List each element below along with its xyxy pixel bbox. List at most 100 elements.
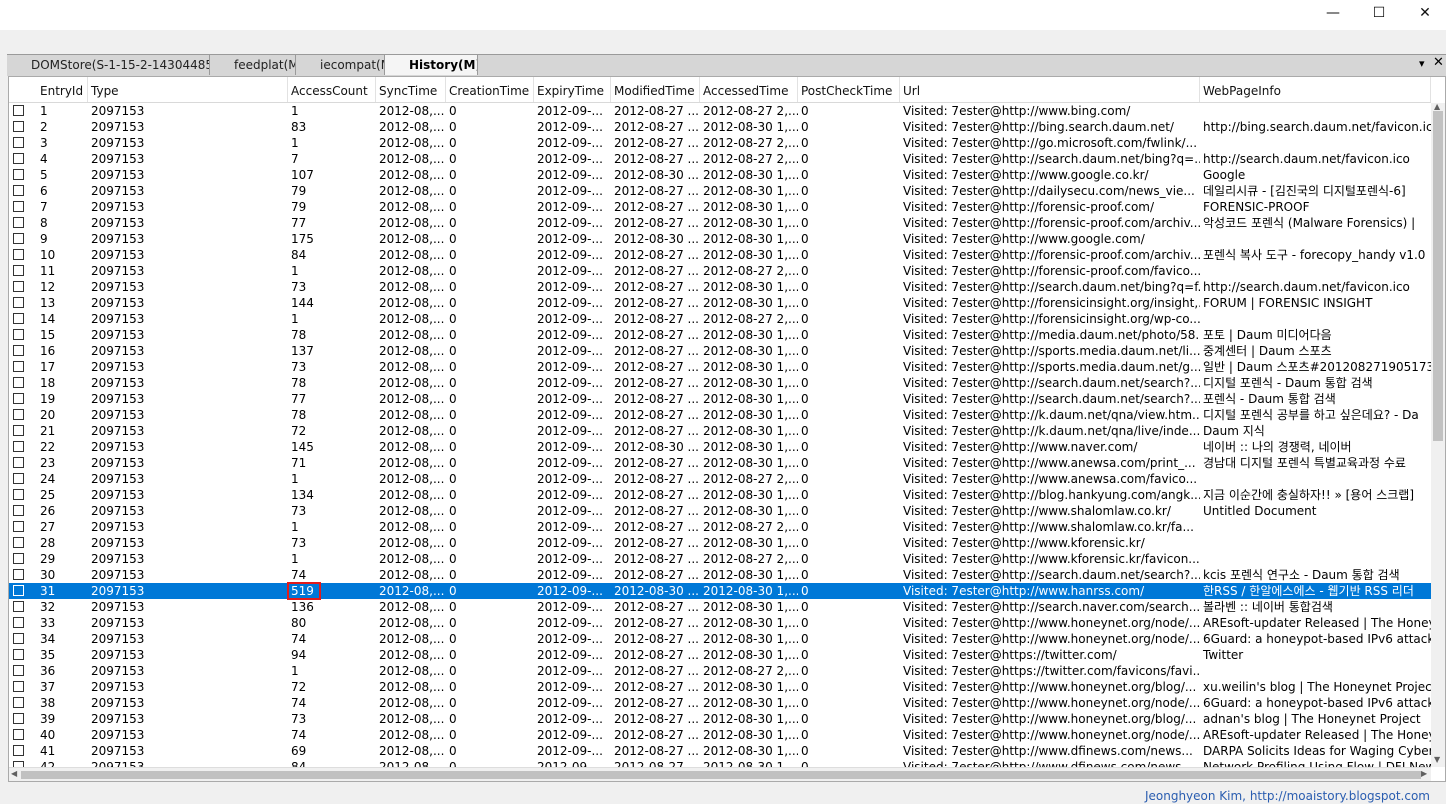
row-checkbox[interactable] bbox=[13, 489, 24, 500]
table-row[interactable]: 41 2097153 69 2012-08,... 0 2012-09-... 2012-0… bbox=[9, 743, 1431, 759]
table-row[interactable]: 33 2097153 80 2012-08,... 0 2012-09-... 2012-0… bbox=[9, 615, 1431, 631]
table-row[interactable]: 26 2097153 73 2012-08,... 0 2012-09-... 2012-0… bbox=[9, 503, 1431, 519]
row-checkbox[interactable] bbox=[13, 505, 24, 516]
column-header-creationtime[interactable]: CreationTime bbox=[446, 77, 534, 102]
table-row[interactable]: 22 2097153 145 2012-08,... 0 2012-09-... 2012-… bbox=[9, 439, 1431, 455]
table-row[interactable]: 15 2097153 78 2012-08,... 0 2012-09-... 2012-0… bbox=[9, 327, 1431, 343]
table-row[interactable]: 12 2097153 73 2012-08,... 0 2012-09-... 2012-0… bbox=[9, 279, 1431, 295]
row-checkbox[interactable] bbox=[13, 729, 24, 740]
row-checkbox[interactable] bbox=[13, 569, 24, 580]
row-checkbox[interactable] bbox=[13, 649, 24, 660]
tab-feedplat[interactable]: feedplat(M) bbox=[210, 55, 296, 75]
column-header-synctime[interactable]: SyncTime bbox=[376, 77, 446, 102]
table-row[interactable]: 28 2097153 73 2012-08,... 0 2012-09-... 2012-0… bbox=[9, 535, 1431, 551]
column-header-postchecktime[interactable]: PostCheckTime bbox=[798, 77, 900, 102]
table-row[interactable]: 5 2097153 107 2012-08,... 0 2012-09-... 2012-0… bbox=[9, 167, 1431, 183]
table-row[interactable]: 23 2097153 71 2012-08,... 0 2012-09-... 2012-0… bbox=[9, 455, 1431, 471]
maximize-icon[interactable]: ☐ bbox=[1356, 0, 1402, 26]
tab-history[interactable]: History(M) bbox=[385, 55, 478, 75]
row-checkbox[interactable] bbox=[13, 137, 24, 148]
table-row[interactable]: 7 2097153 79 2012-08,... 0 2012-09-... 2012-08… bbox=[9, 199, 1431, 215]
table-row[interactable]: 32 2097153 136 2012-08,... 0 2012-09-... 2012-… bbox=[9, 599, 1431, 615]
row-checkbox[interactable] bbox=[13, 377, 24, 388]
table-row[interactable]: 2 2097153 83 2012-08,... 0 2012-09-... 2012-08… bbox=[9, 119, 1431, 135]
row-checkbox[interactable] bbox=[13, 713, 24, 724]
tab-close-icon[interactable]: ✕ bbox=[1433, 55, 1444, 70]
row-checkbox[interactable] bbox=[13, 601, 24, 612]
row-checkbox[interactable] bbox=[13, 233, 24, 244]
column-header-entryid[interactable]: EntryId bbox=[37, 77, 88, 102]
column-header-webpageinfo[interactable]: WebPageInfo bbox=[1200, 77, 1431, 102]
row-checkbox[interactable] bbox=[13, 265, 24, 276]
scroll-down-icon[interactable]: ▼ bbox=[1434, 755, 1440, 764]
row-checkbox[interactable] bbox=[13, 105, 24, 116]
row-checkbox[interactable] bbox=[13, 633, 24, 644]
table-row[interactable]: 34 2097153 74 2012-08,... 0 2012-09-... 2012-0… bbox=[9, 631, 1431, 647]
table-row[interactable]: 9 2097153 175 2012-08,... 0 2012-09-... 2012-0… bbox=[9, 231, 1431, 247]
table-row[interactable]: 38 2097153 74 2012-08,... 0 2012-09-... 2012-0… bbox=[9, 695, 1431, 711]
row-checkbox[interactable] bbox=[13, 153, 24, 164]
row-checkbox[interactable] bbox=[13, 297, 24, 308]
vertical-scrollbar[interactable]: ▲ ▼ bbox=[1431, 102, 1445, 767]
column-header-expirytime[interactable]: ExpiryTime bbox=[534, 77, 611, 102]
table-row[interactable]: 8 2097153 77 2012-08,... 0 2012-09-... 2012-08… bbox=[9, 215, 1431, 231]
row-checkbox[interactable] bbox=[13, 457, 24, 468]
tab-menu-icon[interactable]: ▾ bbox=[1419, 57, 1425, 70]
horizontal-scrollbar[interactable]: ◀ ▶ bbox=[9, 767, 1431, 781]
row-checkbox[interactable] bbox=[13, 201, 24, 212]
tab-iecompat[interactable]: iecompat(M) bbox=[296, 55, 385, 75]
table-row[interactable]: 14 2097153 1 2012-08,... 0 2012-09-... 2012-08… bbox=[9, 311, 1431, 327]
table-row[interactable]: 39 2097153 73 2012-08,... 0 2012-09-... 2012-0… bbox=[9, 711, 1431, 727]
row-checkbox[interactable] bbox=[13, 617, 24, 628]
scroll-left-icon[interactable]: ◀ bbox=[11, 769, 17, 778]
row-checkbox[interactable] bbox=[13, 169, 24, 180]
table-row[interactable]: 27 2097153 1 2012-08,... 0 2012-09-... 2012-08… bbox=[9, 519, 1431, 535]
row-checkbox[interactable] bbox=[13, 249, 24, 260]
column-header-accesscount[interactable]: AccessCount bbox=[288, 77, 376, 102]
row-checkbox[interactable] bbox=[13, 537, 24, 548]
minimize-icon[interactable]: — bbox=[1310, 0, 1356, 26]
tab-domstore[interactable]: DOMStore(S-1-15-2-14304485... bbox=[7, 55, 210, 75]
row-checkbox[interactable] bbox=[13, 313, 24, 324]
row-checkbox[interactable] bbox=[13, 665, 24, 676]
row-checkbox[interactable] bbox=[13, 393, 24, 404]
table-row[interactable]: 17 2097153 73 2012-08,... 0 2012-09-... 2012-0… bbox=[9, 359, 1431, 375]
row-checkbox[interactable] bbox=[13, 425, 24, 436]
column-header-accessedtime[interactable]: AccessedTime bbox=[700, 77, 798, 102]
column-header-url[interactable]: Url bbox=[900, 77, 1200, 102]
table-row[interactable]: 1 2097153 1 2012-08,... 0 2012-09-... 2012-08-… bbox=[9, 103, 1431, 119]
table-row[interactable]: 19 2097153 77 2012-08,... 0 2012-09-... 2012-0… bbox=[9, 391, 1431, 407]
close-icon[interactable]: ✕ bbox=[1402, 0, 1446, 26]
row-checkbox[interactable] bbox=[13, 217, 24, 228]
table-row[interactable]: 10 2097153 84 2012-08,... 0 2012-09-... 2012-0… bbox=[9, 247, 1431, 263]
row-checkbox[interactable] bbox=[13, 473, 24, 484]
column-header-modifiedtime[interactable]: ModifiedTime bbox=[611, 77, 700, 102]
table-row[interactable]: 42 2097153 84 2012-08,... 0 2012-09-... 2012-0… bbox=[9, 759, 1431, 767]
table-row[interactable]: 29 2097153 1 2012-08,... 0 2012-09-... 2012-08… bbox=[9, 551, 1431, 567]
table-row[interactable]: 30 2097153 74 2012-08,... 0 2012-09-... 2012-0… bbox=[9, 567, 1431, 583]
row-checkbox[interactable] bbox=[13, 745, 24, 756]
table-row[interactable]: 3 2097153 1 2012-08,... 0 2012-09-... 2012-08-… bbox=[9, 135, 1431, 151]
row-checkbox[interactable] bbox=[13, 585, 24, 596]
table-row[interactable]: 40 2097153 74 2012-08,... 0 2012-09-... 2012-0… bbox=[9, 727, 1431, 743]
table-row[interactable]: 6 2097153 79 2012-08,... 0 2012-09-... 2012-08… bbox=[9, 183, 1431, 199]
vertical-scroll-thumb[interactable] bbox=[1433, 111, 1443, 441]
row-checkbox[interactable] bbox=[13, 281, 24, 292]
table-row[interactable]: 31 2097153 519 2012-08,... 0 2012-09-... 2012-… bbox=[9, 582, 1431, 600]
scroll-up-icon[interactable]: ▲ bbox=[1434, 102, 1440, 111]
table-row[interactable]: 4 2097153 7 2012-08,... 0 2012-09-... 2012-08-… bbox=[9, 151, 1431, 167]
row-checkbox[interactable] bbox=[13, 121, 24, 132]
row-checkbox[interactable] bbox=[13, 521, 24, 532]
row-checkbox[interactable] bbox=[13, 441, 24, 452]
table-row[interactable]: 20 2097153 78 2012-08,... 0 2012-09-... 2012-0… bbox=[9, 407, 1431, 423]
row-checkbox[interactable] bbox=[13, 345, 24, 356]
row-checkbox[interactable] bbox=[13, 553, 24, 564]
table-row[interactable]: 25 2097153 134 2012-08,... 0 2012-09-... 2012-… bbox=[9, 487, 1431, 503]
column-header-type[interactable]: Type bbox=[88, 77, 288, 102]
row-checkbox[interactable] bbox=[13, 185, 24, 196]
horizontal-scroll-thumb[interactable] bbox=[21, 771, 1421, 779]
table-row[interactable]: 11 2097153 1 2012-08,... 0 2012-09-... 2012-08… bbox=[9, 263, 1431, 279]
table-row[interactable]: 36 2097153 1 2012-08,... 0 2012-09-... 2012-08… bbox=[9, 663, 1431, 679]
row-checkbox[interactable] bbox=[13, 697, 24, 708]
table-row[interactable]: 21 2097153 72 2012-08,... 0 2012-09-... 2012-0… bbox=[9, 423, 1431, 439]
